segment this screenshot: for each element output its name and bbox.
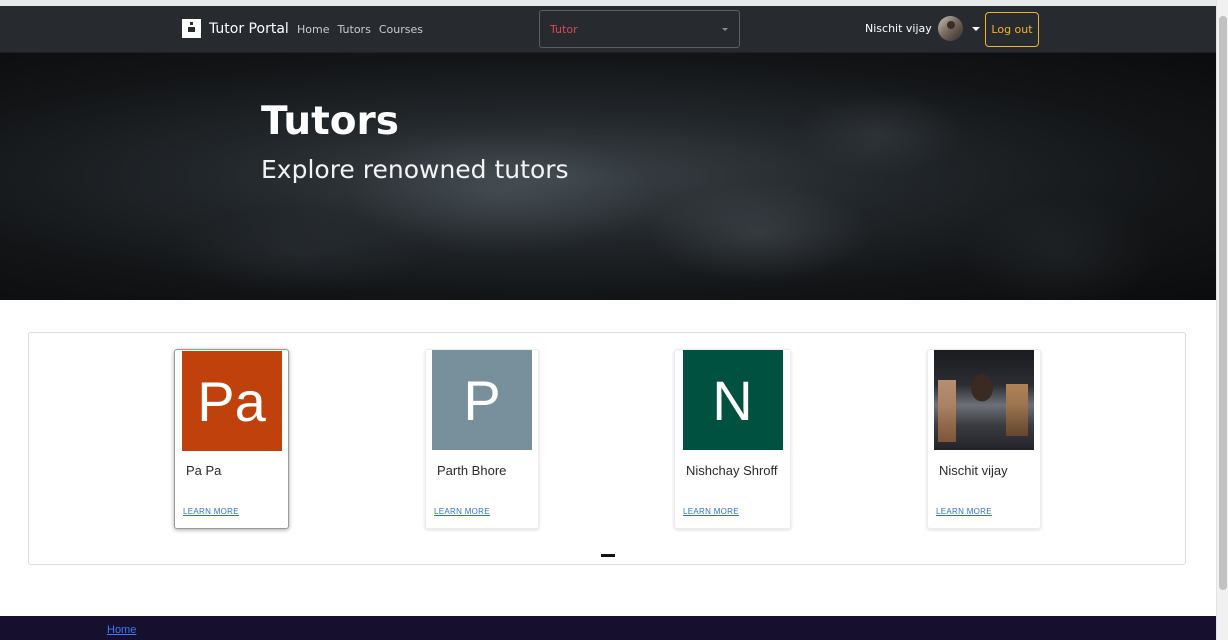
- tutor-avatar: P: [432, 350, 532, 450]
- carousel-indicator-active[interactable]: [601, 554, 615, 557]
- tutor-name: Nishchay Shroff: [686, 463, 778, 478]
- tutor-card[interactable]: P Parth Bhore LEARN MORE: [425, 349, 539, 529]
- footer-link-home[interactable]: Home: [107, 624, 136, 636]
- tutor-initials: Pa: [197, 369, 266, 433]
- tutor-card[interactable]: N Nishchay Shroff LEARN MORE: [674, 349, 791, 529]
- role-select[interactable]: Tutor: [539, 10, 740, 48]
- tutor-carousel: Pa Pa Pa LEARN MORE P Parth Bhore LEARN …: [28, 332, 1186, 565]
- page-subtitle: Explore renowned tutors: [261, 155, 569, 184]
- nav-link-tutors[interactable]: Tutors: [337, 23, 370, 36]
- user-menu[interactable]: Nischit vijay: [865, 16, 980, 41]
- logout-button[interactable]: Log out: [985, 12, 1039, 47]
- tutor-card[interactable]: Pa Pa Pa LEARN MORE: [174, 349, 289, 529]
- tutor-name: Parth Bhore: [437, 463, 507, 478]
- learn-more-link[interactable]: LEARN MORE: [434, 507, 490, 516]
- brand-logo-icon: [182, 19, 201, 38]
- tutor-initials: P: [463, 368, 501, 432]
- nav-link-courses[interactable]: Courses: [379, 23, 423, 36]
- learn-more-link[interactable]: LEARN MORE: [683, 507, 739, 516]
- brand[interactable]: Tutor Portal: [182, 19, 289, 38]
- user-name: Nischit vijay: [865, 22, 932, 35]
- tutor-name: Nischit vijay: [939, 463, 1008, 478]
- top-navbar: Tutor Portal Home Tutors Courses Tutor N…: [0, 6, 1216, 53]
- scrollbar-thumb[interactable]: [1219, 16, 1227, 590]
- page-scrollbar[interactable]: [1216, 0, 1228, 640]
- hero-background-texture: [0, 53, 1216, 300]
- page-title: Tutors: [261, 99, 399, 144]
- nav-link-home[interactable]: Home: [297, 23, 329, 36]
- chevron-down-icon: [722, 28, 728, 31]
- learn-more-link[interactable]: LEARN MORE: [936, 507, 992, 516]
- learn-more-link[interactable]: LEARN MORE: [183, 507, 239, 516]
- tutor-initials: N: [712, 368, 753, 432]
- tutor-photo: [934, 350, 1034, 450]
- tutor-card[interactable]: Nischit vijay LEARN MORE: [927, 349, 1041, 529]
- tutor-name: Pa Pa: [186, 463, 222, 478]
- brand-name: Tutor Portal: [209, 20, 289, 37]
- tutor-avatar: Pa: [181, 351, 282, 451]
- tutor-avatar: N: [682, 350, 783, 450]
- caret-down-icon[interactable]: [971, 26, 980, 31]
- hero-banner: Tutors Explore renowned tutors: [0, 53, 1216, 300]
- footer: Home: [0, 616, 1216, 640]
- nav-links: Home Tutors Courses: [297, 23, 423, 36]
- avatar: [937, 16, 963, 41]
- role-select-value: Tutor: [550, 23, 578, 36]
